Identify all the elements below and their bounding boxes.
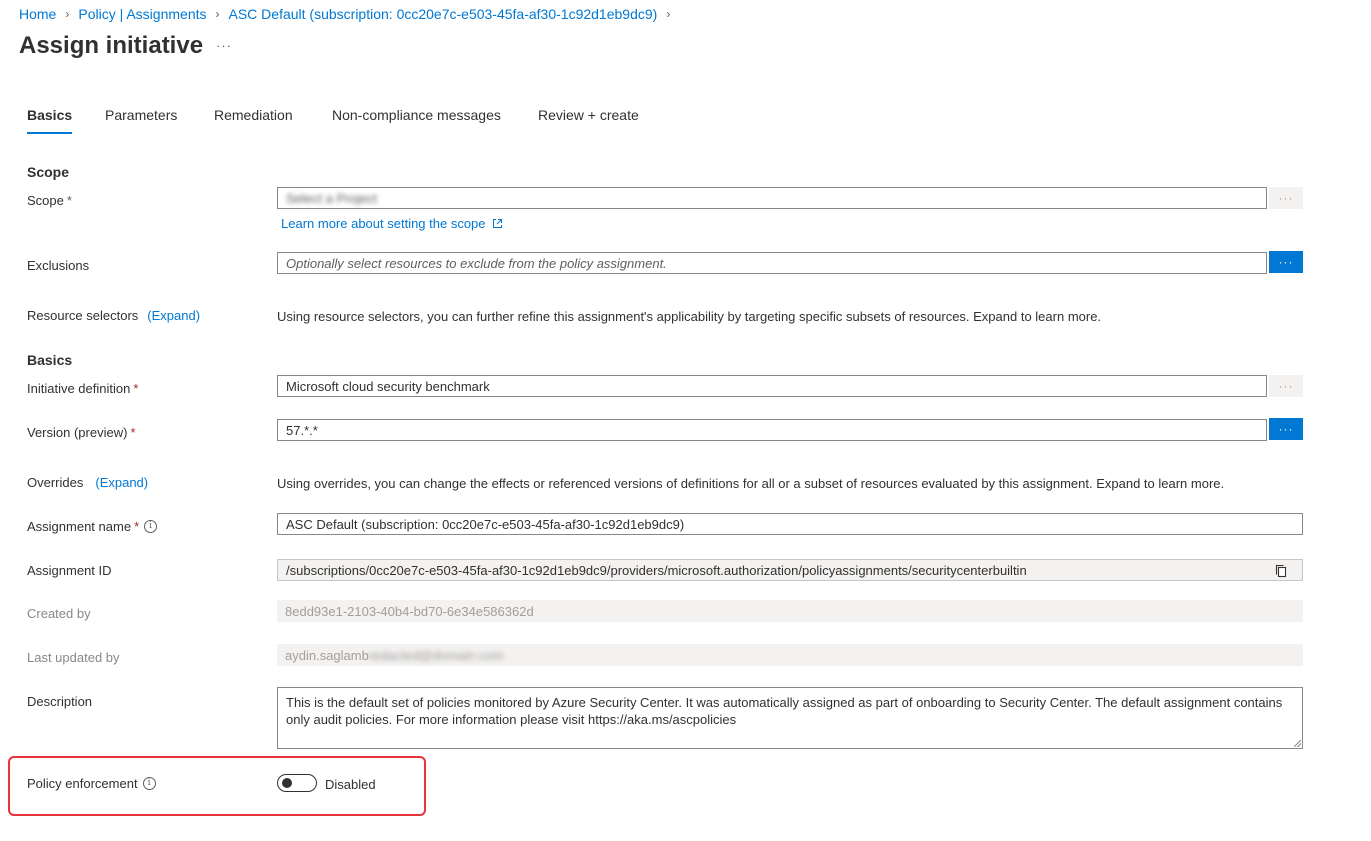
breadcrumb-home[interactable]: Home [19,6,56,22]
initiative-definition-label: Initiative definition * [27,381,138,396]
tab-remediation[interactable]: Remediation [214,107,293,135]
breadcrumb-policy-assignments[interactable]: Policy | Assignments [78,6,206,22]
tab-review-create[interactable]: Review + create [538,107,639,135]
policy-enforcement-state: Disabled [325,777,376,792]
section-heading-scope: Scope [27,164,70,180]
toggle-knob [282,778,292,788]
more-options-icon[interactable]: ··· [216,38,232,53]
exclusions-field[interactable]: Optionally select resources to exclude f… [277,252,1267,274]
policy-enforcement-toggle[interactable] [277,774,317,792]
assignment-id-field: /subscriptions/0cc20e7c-e503-45fa-af30-1… [277,559,1303,581]
version-browse-button[interactable]: ··· [1269,418,1303,440]
created-by-field: 8edd93e1-2103-40b4-bd70-6e34e586362d [277,600,1303,622]
initiative-definition-browse-button[interactable]: ··· [1269,375,1303,397]
page-title: Assign initiative [19,32,204,59]
resource-selectors-label-text: Resource selectors [27,308,139,323]
resource-selectors-label: Resource selectors (Expand) [27,308,200,323]
breadcrumb: Home › Policy | Assignments › ASC Defaul… [19,5,679,23]
assignment-name-label: Assignment name * i [27,519,158,534]
last-updated-by-value: aydin.saglamb [285,647,369,663]
assignment-name-label-text: Assignment name [27,519,132,534]
required-marker: * [133,381,139,396]
required-marker: * [134,519,140,534]
tab-basics[interactable]: Basics [27,107,73,135]
resize-handle-icon[interactable] [1294,740,1301,747]
scope-value: Select a Project [286,190,378,206]
description-line-1: This is the default set of policies moni… [286,695,1283,710]
description-label: Description [27,694,93,709]
initiative-definition-label-text: Initiative definition [27,381,131,396]
last-updated-by-label: Last updated by [27,650,120,665]
required-marker: * [66,193,72,208]
overrides-label: Overrides (Expand) [27,475,148,490]
resource-selectors-description: Using resource selectors, you can furthe… [277,309,1102,324]
exclusions-placeholder: Optionally select resources to exclude f… [286,255,667,271]
section-heading-basics: Basics [27,352,73,368]
copy-icon[interactable] [1274,564,1288,578]
external-link-icon [492,219,502,228]
chevron-right-icon: › [65,7,70,21]
info-icon[interactable]: i [144,520,158,533]
version-field[interactable]: 57.*.* [277,419,1267,441]
learn-more-scope-link[interactable]: Learn more about setting the scope [281,216,486,231]
policy-enforcement-label-text: Policy enforcement [27,776,138,791]
assignment-id-value: /subscriptions/0cc20e7c-e503-45fa-af30-1… [286,562,1027,578]
overrides-expand-link[interactable]: (Expand) [95,475,148,490]
description-line-2: only audit policies. For more informatio… [286,712,737,727]
scope-browse-button[interactable]: ··· [1269,187,1303,209]
assignment-id-label: Assignment ID [27,563,112,578]
learn-more-scope[interactable]: Learn more about setting the scope [281,216,503,231]
created-by-label: Created by [27,606,91,621]
version-label: Version (preview) * [27,425,136,440]
initiative-definition-field[interactable]: Microsoft cloud security benchmark [277,375,1267,397]
tab-non-compliance-messages[interactable]: Non-compliance messages [332,107,501,135]
chevron-right-icon: › [666,7,671,21]
exclusions-label: Exclusions [27,258,90,273]
exclusions-browse-button[interactable]: ··· [1269,251,1303,273]
resource-selectors-expand-link[interactable]: (Expand) [147,308,200,323]
overrides-label-text: Overrides [27,475,84,490]
breadcrumb-asc-default[interactable]: ASC Default (subscription: 0cc20e7c-e503… [229,6,658,22]
overrides-description: Using overrides, you can change the effe… [277,476,1225,491]
scope-label: Scope * [27,193,72,208]
scope-label-text: Scope [27,193,64,208]
scope-field[interactable]: Select a Project [277,187,1267,209]
assignment-name-field[interactable]: ASC Default (subscription: 0cc20e7c-e503… [277,513,1303,535]
version-value: 57.*.* [286,422,318,438]
created-by-value: 8edd93e1-2103-40b4-bd70-6e34e586362d [285,603,534,619]
policy-enforcement-label: Policy enforcement i [27,776,156,791]
last-updated-by-field: aydin.saglamb redacted@domain.com [277,644,1303,666]
assignment-name-value: ASC Default (subscription: 0cc20e7c-e503… [286,516,685,532]
required-marker: * [130,425,136,440]
info-icon[interactable]: i [142,777,156,790]
last-updated-by-redacted: redacted@domain.com [368,647,504,663]
description-textarea[interactable]: This is the default set of policies moni… [277,687,1303,749]
tab-parameters[interactable]: Parameters [105,107,177,135]
version-label-text: Version (preview) [27,425,128,440]
initiative-definition-value: Microsoft cloud security benchmark [286,378,490,394]
chevron-right-icon: › [215,7,220,21]
